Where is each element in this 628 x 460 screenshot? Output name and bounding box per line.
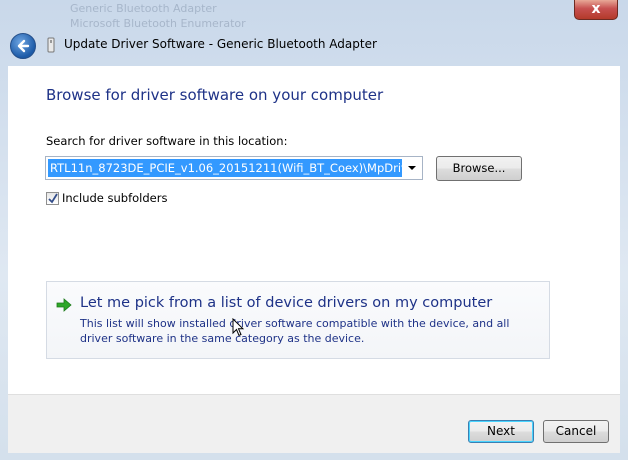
cancel-button[interactable]: Cancel: [543, 420, 609, 443]
include-subfolders-checkbox[interactable]: [46, 192, 59, 205]
back-arrow-icon: [17, 39, 30, 53]
background-item: Generic Bluetooth Adapter: [70, 2, 217, 15]
close-icon: x: [591, 1, 601, 17]
device-icon: [47, 37, 55, 53]
search-location-label: Search for driver software in this locat…: [46, 134, 288, 148]
page-title: Browse for driver software on your compu…: [46, 86, 384, 104]
background-device-list: Generic Bluetooth Adapter Microsoft Blue…: [70, 0, 330, 30]
background-item: Microsoft Bluetooth Enumerator: [70, 17, 246, 30]
back-button[interactable]: [10, 33, 36, 59]
mouse-cursor-icon: [232, 318, 244, 337]
green-arrow-icon: [56, 298, 72, 312]
browse-button[interactable]: Browse...: [436, 156, 522, 181]
pick-option-description: This list will show installed driver sof…: [80, 317, 510, 345]
include-subfolders-label[interactable]: Include subfolders: [62, 191, 167, 205]
next-button[interactable]: Next: [468, 420, 534, 443]
close-button[interactable]: x: [574, 0, 618, 20]
window-title: Update Driver Software - Generic Bluetoo…: [64, 37, 377, 51]
dialog-footer: Next Cancel: [8, 394, 620, 453]
dropdown-arrow-icon[interactable]: [404, 159, 420, 177]
checkmark-icon: [48, 193, 58, 204]
driver-path-combobox[interactable]: RTL11n_8723DE_PCIE_v1.06_20151211(Wifi_B…: [45, 156, 423, 180]
dialog-window: Generic Bluetooth Adapter Microsoft Blue…: [0, 0, 628, 460]
content-panel: Browse for driver software on your compu…: [8, 66, 620, 394]
driver-path-input[interactable]: RTL11n_8723DE_PCIE_v1.06_20151211(Wifi_B…: [48, 159, 402, 177]
pick-from-list-option[interactable]: Let me pick from a list of device driver…: [46, 281, 550, 359]
pick-option-title[interactable]: Let me pick from a list of device driver…: [80, 295, 492, 311]
